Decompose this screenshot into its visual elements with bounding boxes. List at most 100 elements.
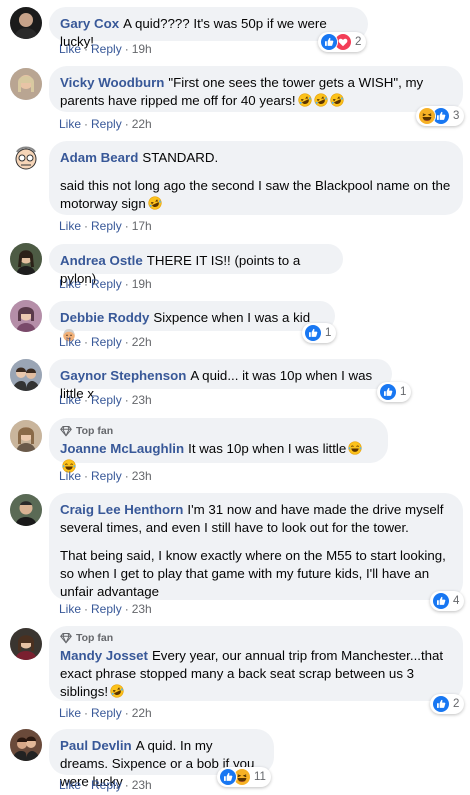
comment-bubble: Vicky Woodburn "First one sees the tower … xyxy=(49,66,463,112)
avatar[interactable] xyxy=(10,142,42,174)
reply-link[interactable]: Reply xyxy=(91,277,122,291)
comment-timestamp[interactable]: 17h xyxy=(132,219,152,233)
comment-timestamp[interactable]: 22h xyxy=(132,117,152,131)
reaction-summary[interactable]: 4 xyxy=(430,591,465,611)
reaction-count: 1 xyxy=(325,327,332,339)
comment-author[interactable]: Gaynor Stephenson xyxy=(60,368,186,383)
like-link[interactable]: Like xyxy=(59,602,81,616)
like-link[interactable]: Like xyxy=(59,42,81,56)
reaction-summary[interactable]: 11 xyxy=(217,767,271,787)
reply-link[interactable]: Reply xyxy=(91,602,122,616)
comment-actions: Like · Reply · 19h xyxy=(59,277,152,291)
avatar[interactable] xyxy=(10,628,42,660)
reaction-summary[interactable]: 2 xyxy=(430,694,465,714)
comment-bubble: Top fan Joanne McLaughlin It was 10p when… xyxy=(49,418,388,463)
comment-actions: Like · Reply · 22h xyxy=(59,335,152,349)
avatar[interactable] xyxy=(10,300,42,332)
like-icon xyxy=(379,383,397,401)
rofl-emoji xyxy=(298,93,312,107)
comment-author[interactable]: Adam Beard xyxy=(60,150,138,165)
avatar[interactable] xyxy=(10,494,42,526)
comment-actions: Like · Reply · 23h xyxy=(59,469,152,483)
reply-link[interactable]: Reply xyxy=(91,706,122,720)
like-link[interactable]: Like xyxy=(59,706,81,720)
comment-actions: Like · Reply · 23h xyxy=(59,393,152,407)
reply-link[interactable]: Reply xyxy=(91,393,122,407)
reaction-count: 11 xyxy=(254,771,266,783)
like-link[interactable]: Like xyxy=(59,778,81,792)
like-icon xyxy=(432,695,450,713)
rofl-emoji xyxy=(110,684,124,698)
comment-timestamp[interactable]: 19h xyxy=(132,42,152,56)
comment-actions: Like · Reply · 23h xyxy=(59,602,152,616)
like-icon xyxy=(304,324,322,342)
comment-author[interactable]: Gary Cox xyxy=(60,16,119,31)
reaction-count: 1 xyxy=(400,386,407,398)
rofl-emoji xyxy=(330,93,344,107)
avatar[interactable] xyxy=(10,359,42,391)
comment-author[interactable]: Andrea Ostle xyxy=(60,253,143,268)
avatar[interactable] xyxy=(10,243,42,275)
comment-timestamp[interactable]: 23h xyxy=(132,778,152,792)
like-icon xyxy=(320,33,338,51)
comment-actions: Like · Reply · 23h xyxy=(59,778,152,792)
comment-timestamp[interactable]: 22h xyxy=(132,706,152,720)
reaction-count: 3 xyxy=(453,110,460,122)
comment-timestamp[interactable]: 23h xyxy=(132,393,152,407)
like-link[interactable]: Like xyxy=(59,335,81,349)
top-fan-badge: Top fan xyxy=(60,425,376,437)
comment-bubble: Debbie Roddy Sixpence when I was a kid xyxy=(49,301,335,331)
comment-actions: Like · Reply · 22h xyxy=(59,706,152,720)
comment-text: Sixpence when I was a kid xyxy=(153,310,311,325)
reply-link[interactable]: Reply xyxy=(91,117,122,131)
avatar[interactable] xyxy=(10,729,42,761)
comment-author[interactable]: Debbie Roddy xyxy=(60,310,149,325)
comment-text-2: said this not long ago the second I saw … xyxy=(60,178,451,211)
comment-timestamp[interactable]: 23h xyxy=(132,469,152,483)
reply-link[interactable]: Reply xyxy=(91,219,122,233)
comment-text: STANDARD. xyxy=(142,150,219,165)
diamond-icon xyxy=(60,632,72,644)
reaction-summary[interactable]: 3 xyxy=(416,106,465,126)
comment-timestamp[interactable]: 22h xyxy=(132,335,152,349)
comment-text: It was 10p when I was little xyxy=(188,441,347,456)
comment-bubble: Andrea Ostle THERE IT IS!! (points to a p… xyxy=(49,244,343,286)
reply-link[interactable]: Reply xyxy=(91,469,122,483)
joy-emoji xyxy=(348,441,362,455)
reply-link[interactable]: Reply xyxy=(91,335,122,349)
comment-author[interactable]: Mandy Josset xyxy=(60,648,148,663)
like-link[interactable]: Like xyxy=(59,469,81,483)
comment-author[interactable]: Paul Devlin xyxy=(60,738,132,753)
comment-actions: Like · Reply · 22h xyxy=(59,117,152,131)
reaction-summary[interactable]: 1 xyxy=(302,323,337,343)
haha-icon xyxy=(418,107,436,125)
reaction-summary[interactable]: 2 xyxy=(318,32,367,52)
reply-link[interactable]: Reply xyxy=(91,42,122,56)
comment-text-2: That being said, I know exactly where on… xyxy=(60,548,446,599)
diamond-icon xyxy=(60,425,72,437)
comment-bubble: Gaynor Stephenson A quid... it was 10p wh… xyxy=(49,359,392,401)
like-link[interactable]: Like xyxy=(59,117,81,131)
comment-author[interactable]: Vicky Woodburn xyxy=(60,75,164,90)
comment-author[interactable]: Craig Lee Henthorn xyxy=(60,502,183,517)
reaction-summary[interactable]: 1 xyxy=(377,382,412,402)
comment-author[interactable]: Joanne McLaughlin xyxy=(60,441,184,456)
avatar[interactable] xyxy=(10,7,42,39)
avatar[interactable] xyxy=(10,68,42,100)
comment-timestamp[interactable]: 23h xyxy=(132,602,152,616)
top-fan-badge: Top fan xyxy=(60,632,451,644)
rofl-emoji xyxy=(148,196,162,210)
reply-link[interactable]: Reply xyxy=(91,778,122,792)
rofl-emoji xyxy=(314,93,328,107)
like-icon xyxy=(219,768,237,786)
like-link[interactable]: Like xyxy=(59,219,81,233)
comment-actions: Like · Reply · 17h xyxy=(59,219,152,233)
like-link[interactable]: Like xyxy=(59,277,81,291)
comment-timestamp[interactable]: 19h xyxy=(132,277,152,291)
reaction-count: 2 xyxy=(355,36,362,48)
comment-bubble: Adam Beard STANDARD. said this not long a… xyxy=(49,141,463,215)
comment-bubble: Craig Lee Henthorn I'm 31 now and have ma… xyxy=(49,493,463,600)
like-link[interactable]: Like xyxy=(59,393,81,407)
like-icon xyxy=(432,592,450,610)
avatar[interactable] xyxy=(10,420,42,452)
